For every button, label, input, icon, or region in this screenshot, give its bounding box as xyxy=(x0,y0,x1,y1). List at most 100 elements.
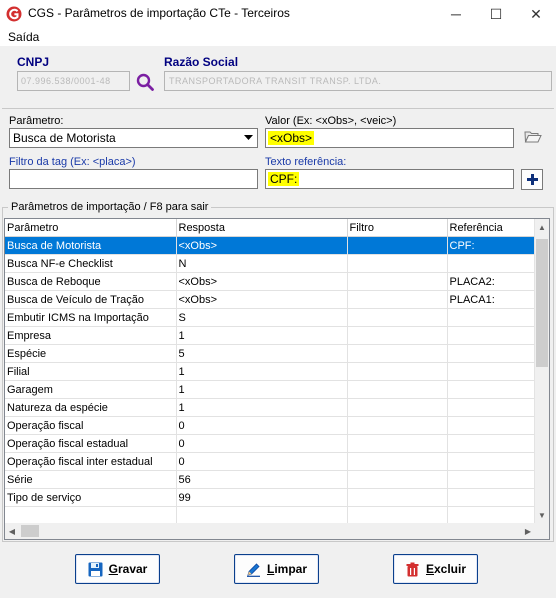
cell-resposta[interactable]: N xyxy=(176,254,348,273)
cell-filtro[interactable] xyxy=(347,470,448,489)
scroll-left-arrow-icon[interactable]: ◀ xyxy=(5,523,19,539)
valor-input[interactable]: <xObs> xyxy=(265,128,514,148)
limpar-button[interactable]: Limpar xyxy=(234,554,319,584)
cell-filtro[interactable] xyxy=(347,452,448,471)
cell-filtro[interactable] xyxy=(347,380,448,399)
scroll-right-arrow-icon[interactable]: ▶ xyxy=(521,523,535,539)
table-row[interactable]: Busca NF-e Checklist N xyxy=(5,254,538,273)
cell-resposta[interactable]: 1 xyxy=(176,398,348,417)
table-row[interactable]: Garagem 1 xyxy=(5,380,538,399)
cell-referencia[interactable] xyxy=(447,488,538,507)
cell-parametro[interactable]: Busca NF-e Checklist xyxy=(5,254,177,273)
cell-resposta[interactable]: <xObs> xyxy=(176,290,348,309)
filtro-tag-input[interactable] xyxy=(9,169,258,189)
cell-resposta[interactable]: 0 xyxy=(176,434,348,453)
vertical-scroll-thumb[interactable] xyxy=(536,239,548,367)
cell-referencia[interactable] xyxy=(447,434,538,453)
horizontal-scroll-thumb[interactable] xyxy=(21,525,39,537)
cell-referencia[interactable] xyxy=(447,326,538,345)
cell-referencia[interactable] xyxy=(447,398,538,417)
table-row[interactable]: Busca de Veículo de Tração <xObs> PLACA1: xyxy=(5,290,538,309)
cell-filtro[interactable] xyxy=(347,290,448,309)
scroll-up-arrow-icon[interactable]: ▲ xyxy=(535,219,549,235)
table-row[interactable]: Empresa 1 xyxy=(5,326,538,345)
column-header-referencia[interactable]: Referência xyxy=(447,219,538,237)
cell-referencia[interactable] xyxy=(447,380,538,399)
horizontal-scrollbar[interactable]: ◀ ▶ xyxy=(5,523,549,539)
cell-resposta[interactable]: <xObs> xyxy=(176,272,348,291)
cell-filtro[interactable] xyxy=(347,398,448,417)
cell-parametro[interactable]: Empresa xyxy=(5,326,177,345)
gravar-button[interactable]: Gravar xyxy=(75,554,160,584)
texto-referencia-input[interactable]: CPF: xyxy=(265,169,514,189)
cell-filtro[interactable] xyxy=(347,488,448,507)
table-row[interactable]: Busca de Reboque <xObs> PLACA2: xyxy=(5,272,538,291)
table-row[interactable]: Filial 1 xyxy=(5,362,538,381)
table-row[interactable]: Espécie 5 xyxy=(5,344,538,363)
table-row[interactable]: Tipo de serviço 99 xyxy=(5,488,538,507)
cell-referencia[interactable] xyxy=(447,308,538,327)
cell-resposta[interactable]: 99 xyxy=(176,488,348,507)
cell-parametro[interactable]: Filial xyxy=(5,362,177,381)
search-icon[interactable] xyxy=(135,72,155,92)
cell-parametro[interactable]: Embutir ICMS na Importação xyxy=(5,308,177,327)
vertical-scrollbar[interactable]: ▲ ▼ xyxy=(534,219,549,523)
cell-filtro[interactable] xyxy=(347,344,448,363)
cell-referencia[interactable] xyxy=(447,362,538,381)
chevron-down-icon[interactable] xyxy=(240,130,256,146)
column-header-filtro[interactable]: Filtro xyxy=(347,219,448,237)
menu-item-saida[interactable]: Saída xyxy=(8,30,39,44)
parametro-select[interactable]: Busca de Motorista xyxy=(9,128,258,148)
cell-parametro[interactable]: Operação fiscal inter estadual xyxy=(5,452,177,471)
cell-filtro[interactable] xyxy=(347,236,448,255)
minimize-button[interactable]: ─ xyxy=(436,0,476,28)
cell-filtro[interactable] xyxy=(347,254,448,273)
table-row[interactable]: Natureza da espécie 1 xyxy=(5,398,538,417)
column-header-resposta[interactable]: Resposta xyxy=(176,219,348,237)
table-row[interactable] xyxy=(5,506,538,525)
cell-parametro[interactable]: Série xyxy=(5,470,177,489)
cell-parametro[interactable]: Busca de Veículo de Tração xyxy=(5,290,177,309)
cnpj-field[interactable]: 07.996.538/0001-48 xyxy=(17,71,130,91)
add-button[interactable] xyxy=(521,169,543,190)
table-row[interactable]: Operação fiscal estadual 0 xyxy=(5,434,538,453)
cell-resposta[interactable]: <xObs> xyxy=(176,236,348,255)
cell-parametro[interactable]: Busca de Motorista xyxy=(5,236,177,255)
cell-parametro[interactable]: Natureza da espécie xyxy=(5,398,177,417)
cell-filtro[interactable] xyxy=(347,506,448,525)
cell-referencia[interactable] xyxy=(447,506,538,525)
cell-referencia[interactable] xyxy=(447,344,538,363)
cell-filtro[interactable] xyxy=(347,326,448,345)
cell-referencia[interactable] xyxy=(447,254,538,273)
cell-resposta[interactable]: 0 xyxy=(176,416,348,435)
cell-parametro[interactable]: Garagem xyxy=(5,380,177,399)
cell-resposta[interactable]: 1 xyxy=(176,326,348,345)
table-row[interactable]: Série 56 xyxy=(5,470,538,489)
table-row[interactable]: Operação fiscal inter estadual 0 xyxy=(5,452,538,471)
cell-filtro[interactable] xyxy=(347,308,448,327)
cell-parametro[interactable]: Espécie xyxy=(5,344,177,363)
maximize-button[interactable]: ☐ xyxy=(476,0,516,28)
cell-resposta[interactable]: 1 xyxy=(176,380,348,399)
scroll-down-arrow-icon[interactable]: ▼ xyxy=(535,507,549,523)
cell-filtro[interactable] xyxy=(347,434,448,453)
cell-resposta[interactable]: 1 xyxy=(176,362,348,381)
table-row[interactable]: Busca de Motorista <xObs> CPF: xyxy=(5,236,538,255)
cell-referencia[interactable] xyxy=(447,470,538,489)
cell-referencia[interactable]: PLACA2: xyxy=(447,272,538,291)
cell-resposta[interactable] xyxy=(176,506,348,525)
close-button[interactable]: ✕ xyxy=(516,0,556,28)
cell-parametro[interactable]: Operação fiscal estadual xyxy=(5,434,177,453)
cell-resposta[interactable]: S xyxy=(176,308,348,327)
cell-referencia[interactable] xyxy=(447,416,538,435)
excluir-button[interactable]: Excluir xyxy=(393,554,478,584)
cell-referencia[interactable]: PLACA1: xyxy=(447,290,538,309)
cell-referencia[interactable]: CPF: xyxy=(447,236,538,255)
cell-resposta[interactable]: 0 xyxy=(176,452,348,471)
table-row[interactable]: Embutir ICMS na Importação S xyxy=(5,308,538,327)
cell-filtro[interactable] xyxy=(347,362,448,381)
table-row[interactable]: Operação fiscal 0 xyxy=(5,416,538,435)
parametros-grid[interactable]: Parâmetro Resposta Filtro Referência Bus… xyxy=(4,218,550,540)
razao-social-field[interactable]: TRANSPORTADORA TRANSIT TRANSP. LTDA. xyxy=(164,71,552,91)
cell-parametro[interactable]: Tipo de serviço xyxy=(5,488,177,507)
